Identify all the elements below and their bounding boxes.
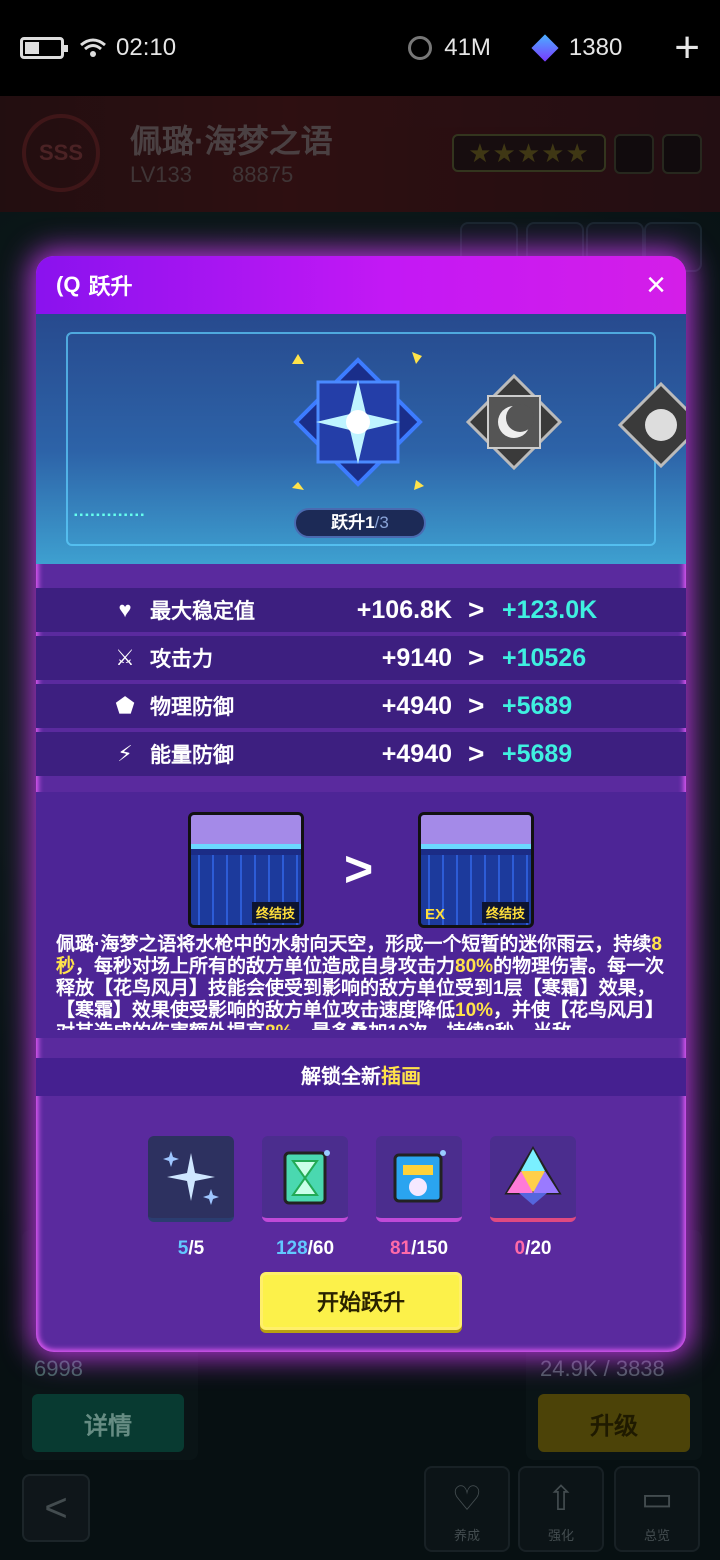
sparkle-stars-icon (163, 1151, 219, 1205)
stat-name: 最大稳定值 (150, 600, 255, 623)
material-need: /150 (411, 1238, 449, 1259)
shield-icon: ⬟ (115, 693, 135, 718)
skill-tag: 终结技 (481, 902, 529, 923)
stat-new-value: +10526 (502, 643, 587, 672)
material-slot[interactable] (490, 1136, 576, 1222)
coin-value: 41M (444, 34, 491, 61)
stat-new-value: +5689 (502, 691, 573, 720)
material-need: /20 (525, 1238, 552, 1259)
ex-tag: EX (425, 906, 446, 923)
stat-row: ⚡ 能量防御 +4940 > +5689 (36, 732, 686, 776)
stat-list: ♥ 最大稳定值 +106.8K > +123.0K ⚔ 攻击力 +9140 > … (36, 564, 686, 776)
character-chip-icon (393, 1150, 446, 1203)
add-currency-button[interactable]: + (674, 26, 700, 70)
skill-icon-current[interactable]: 终结技 (188, 812, 304, 928)
stat-old-value: +106.8K (356, 595, 452, 624)
material-count: 0/20 (490, 1238, 576, 1260)
coin-icon (408, 36, 433, 60)
ascension-emblem-active-icon[interactable] (288, 352, 428, 492)
gem-icon (531, 34, 559, 62)
skill-upgrade: 终结技 > EX 终结技 佩璐·海梦之语将水枪中的水射向天空，形成一个短暂的迷你… (36, 792, 686, 1038)
material-count: 81/150 (376, 1238, 462, 1260)
desc-part: 佩璐·海梦之语将水枪中的水射向天空，形成一个短暂的迷你雨云，持续 (56, 934, 652, 955)
wifi-icon (80, 38, 106, 57)
energy-shield-icon: ⚡ (117, 741, 133, 766)
stat-name: 物理防御 (150, 696, 234, 719)
ascension-icon: (Q (56, 272, 81, 297)
skill-tag: 终结技 (251, 902, 299, 923)
stat-new-value: +5689 (502, 739, 573, 768)
battery-icon (20, 37, 68, 59)
hourglass-card-icon (283, 1150, 330, 1205)
material-count: 128/60 (262, 1238, 348, 1260)
material-have: 0 (514, 1238, 526, 1259)
stat-old-value: +4940 (381, 691, 452, 720)
skill-arrow: > (344, 841, 374, 897)
stage-indicator: 跃升1/3 (294, 508, 426, 538)
prism-crystal-icon (504, 1146, 562, 1205)
ascension-dialog: (Q 跃升 × ▪▪▪▪▪▪▪▪▪▪▪▪▪ 跃升1/3 ♥ 最大稳定值 +106… (36, 256, 686, 1352)
rain-cloud-icon (421, 815, 531, 849)
material-need: /60 (307, 1238, 335, 1259)
stat-arrow: > (468, 642, 485, 673)
unlock-banner: 解锁全新插画 (36, 1058, 686, 1096)
status-bar: 02:10 41M 1380 + (0, 0, 720, 96)
decorative-dots: ▪▪▪▪▪▪▪▪▪▪▪▪▪ (74, 510, 147, 521)
stage-label: 跃升1 (331, 513, 375, 532)
stat-name: 攻击力 (150, 648, 213, 671)
unlock-prefix: 解锁全新 (301, 1066, 381, 1088)
gem-value: 1380 (568, 34, 623, 61)
desc-part: ，每秒对场上所有的敌方单位造成自身攻击力 (75, 956, 456, 977)
desc-part-highlight: 8% (265, 1022, 292, 1030)
ascension-emblem-locked2-icon[interactable] (616, 380, 686, 470)
ascension-emblem-locked-icon[interactable] (464, 372, 564, 472)
rain-cloud-icon (191, 815, 301, 849)
skill-icon-next[interactable]: EX 终结技 (418, 812, 534, 928)
unlock-highlight: 插画 (381, 1066, 421, 1088)
dialog-header: (Q 跃升 × (36, 256, 686, 314)
stat-old-value: +9140 (381, 643, 452, 672)
stat-arrow: > (468, 690, 485, 721)
start-ascension-button[interactable]: 开始跃升 (260, 1272, 462, 1330)
material-have: 81 (389, 1238, 412, 1259)
material-slot[interactable] (376, 1136, 462, 1222)
sword-icon: ⚔ (115, 645, 135, 670)
material-count: 5/5 (148, 1238, 234, 1260)
material-list: 5/5 128/60 81/150 0/20 开始跃升 (36, 1096, 686, 1352)
desc-part-highlight: 10% (455, 1000, 494, 1021)
desc-part-highlight: 80% (455, 956, 494, 977)
stat-row: ♥ 最大稳定值 +106.8K > +123.0K (36, 588, 686, 632)
stat-arrow: > (468, 738, 485, 769)
material-need: /5 (188, 1238, 205, 1259)
desc-part: ，最多叠加10次，持续8秒，当敌 (292, 1022, 571, 1030)
material-have: 128 (275, 1238, 308, 1259)
material-have: 5 (177, 1238, 189, 1259)
stage-total: /3 (374, 513, 389, 532)
stat-row: ⬟ 物理防御 +4940 > +5689 (36, 684, 686, 728)
stat-new-value: +123.0K (502, 595, 598, 624)
stat-arrow: > (468, 594, 485, 625)
material-slot[interactable] (262, 1136, 348, 1222)
material-slot[interactable] (148, 1136, 234, 1222)
close-button[interactable]: × (646, 268, 666, 302)
clock: 02:10 (116, 34, 177, 61)
stat-old-value: +4940 (381, 739, 452, 768)
stat-name: 能量防御 (150, 744, 234, 767)
heart-pulse-icon: ♥ (118, 597, 132, 622)
stat-row: ⚔ 攻击力 +9140 > +10526 (36, 636, 686, 680)
skill-description[interactable]: 佩璐·海梦之语将水枪中的水射向天空，形成一个短暂的迷你雨云，持续8秒，每秒对场上… (56, 934, 668, 1030)
stage-preview: ▪▪▪▪▪▪▪▪▪▪▪▪▪ 跃升1/3 (36, 314, 686, 564)
dialog-title: 跃升 (88, 274, 133, 299)
